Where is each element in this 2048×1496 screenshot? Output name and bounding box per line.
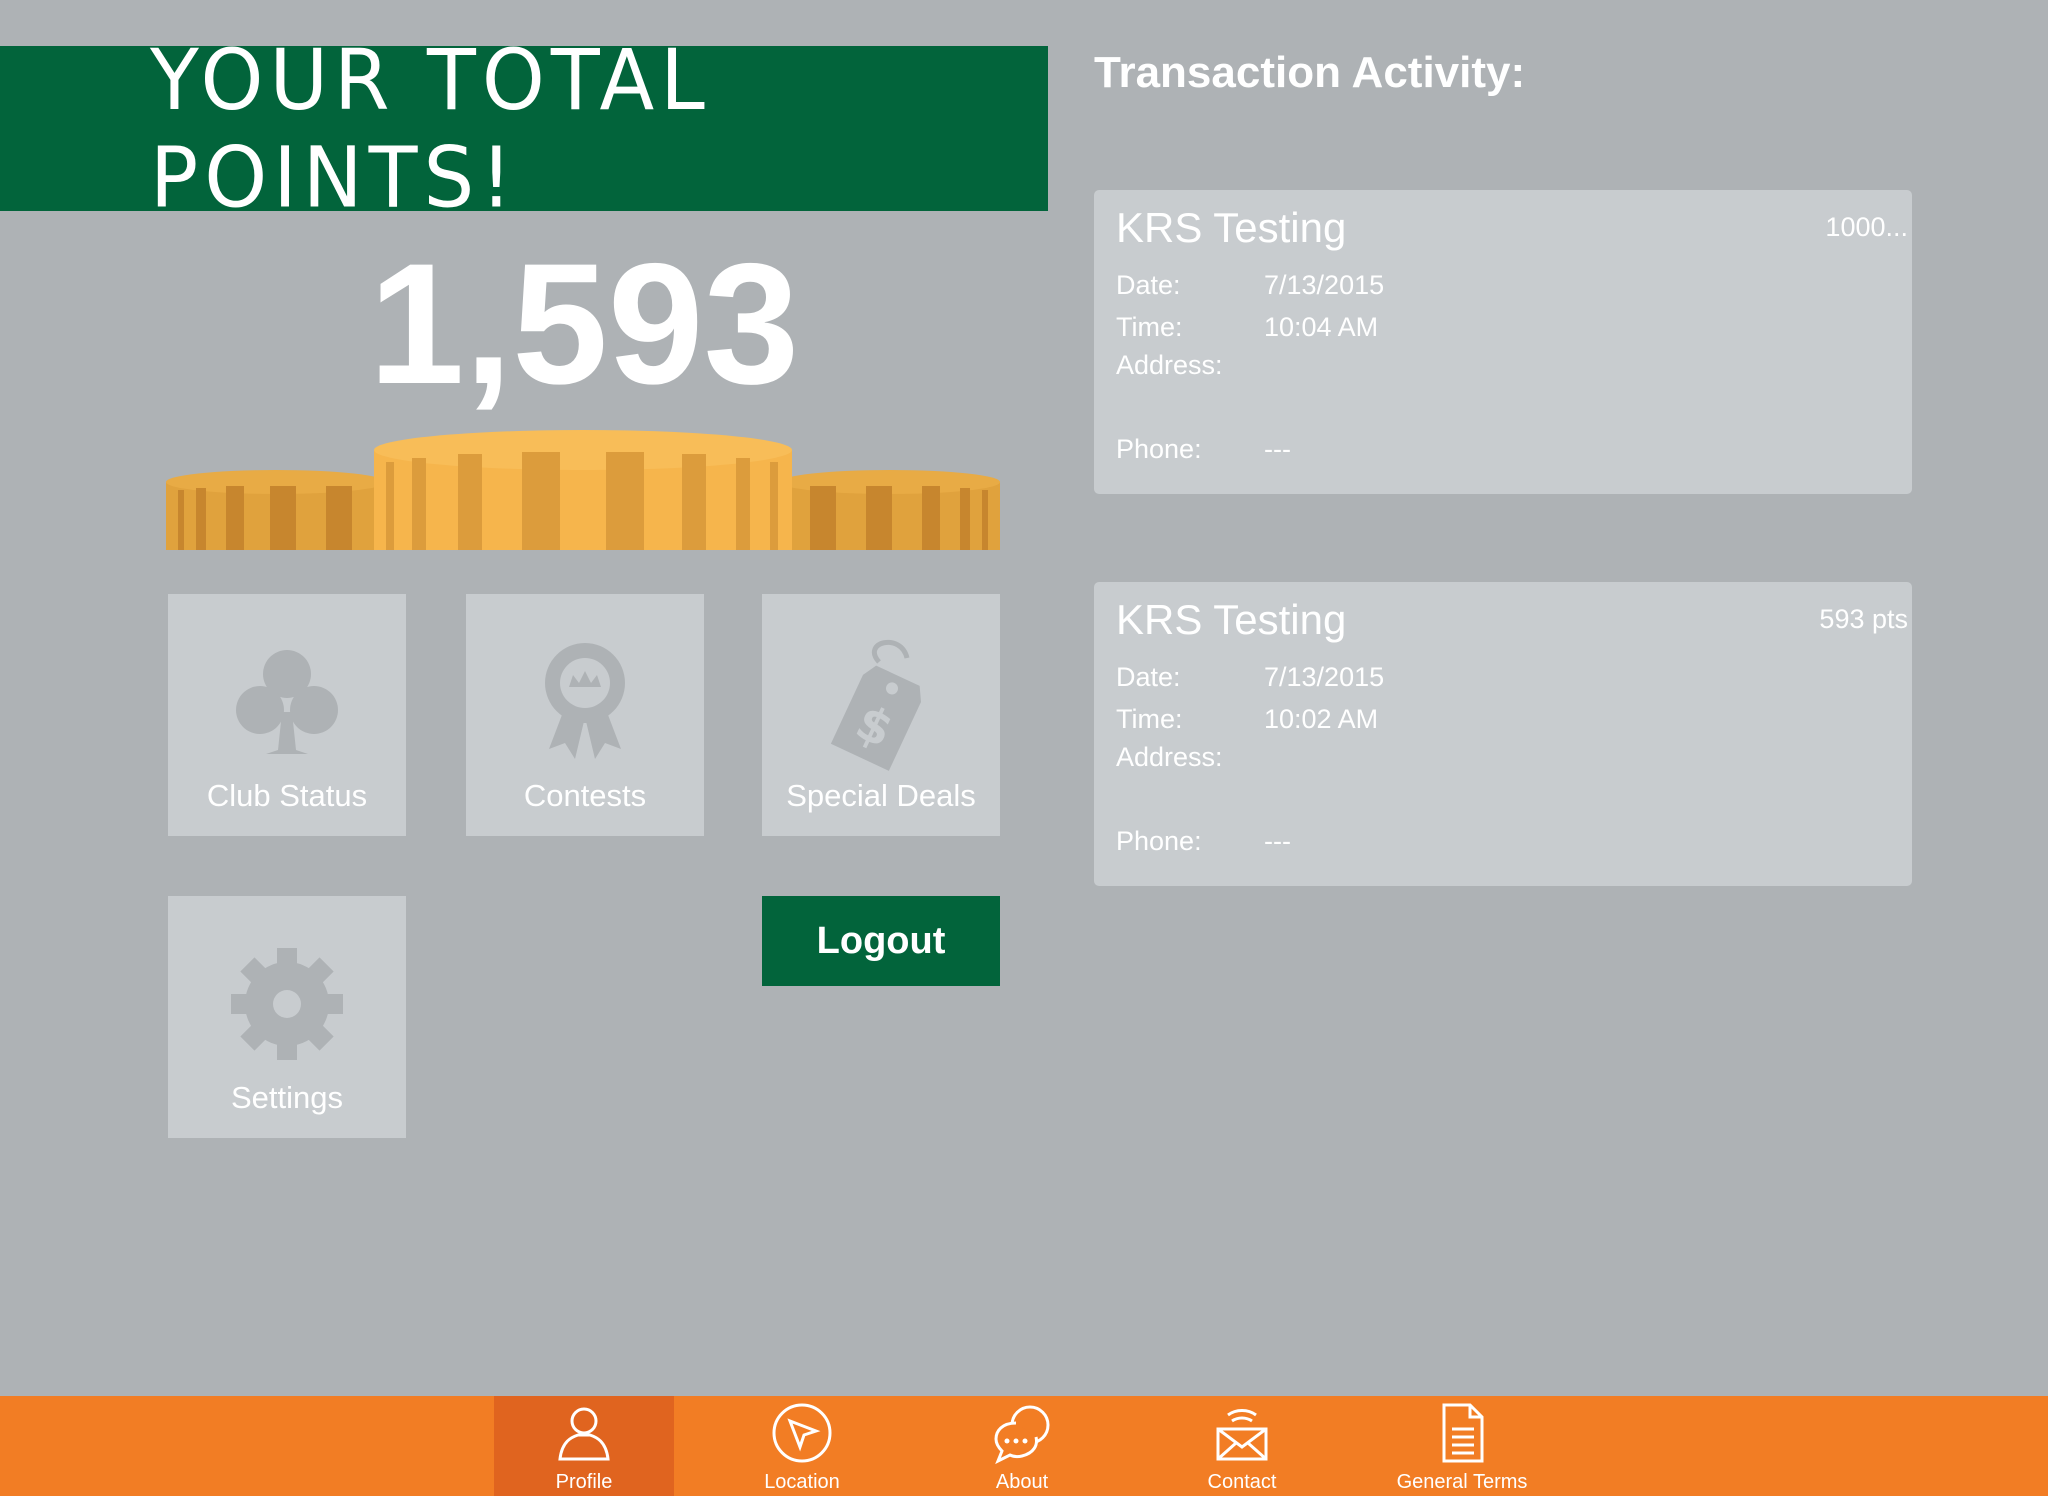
date-label: Date: [1116, 270, 1181, 300]
mail-icon [1216, 1409, 1268, 1461]
tab-profile-label: Profile [555, 1471, 613, 1493]
club-status-tile[interactable]: Club Status [168, 594, 406, 836]
transaction-card[interactable]: KRS Testing 1000... Date: 7/13/2015 Time… [1094, 190, 1912, 494]
transaction-merchant: KRS Testing [1116, 596, 1347, 643]
document-icon [1442, 1403, 1484, 1463]
date-label: Date: [1116, 662, 1181, 692]
contests-label: Contests [523, 778, 647, 813]
transaction-address-row: Address: [1116, 350, 1264, 381]
total-points-banner: YOUR TOTAL POINTS! [0, 31, 1048, 226]
tab-contact[interactable]: Contact [1152, 1396, 1332, 1496]
transaction-activity-title: Transaction Activity: [1094, 48, 1526, 97]
banner-title: YOUR TOTAL POINTS! [150, 30, 711, 227]
price-tag-icon: $ [811, 632, 951, 772]
transaction-merchant: KRS Testing [1116, 204, 1347, 251]
transaction-date-row: Date: 7/13/2015 [1116, 662, 1384, 693]
ribbon-award-icon [515, 632, 655, 772]
compass-icon [772, 1403, 832, 1463]
transaction-date-row: Date: 7/13/2015 [1116, 270, 1384, 301]
points-total: 1,593 [368, 228, 800, 420]
date-value: 7/13/2015 [1264, 270, 1385, 300]
tab-location[interactable]: Location [712, 1396, 892, 1496]
tab-about-label: About [995, 1471, 1049, 1493]
transaction-time-row: Time: 10:04 AM [1116, 312, 1378, 343]
tab-contact-label: Contact [1207, 1471, 1277, 1493]
person-icon [558, 1407, 610, 1461]
phone-label: Phone: [1116, 826, 1202, 856]
bottom-tab-bar: Profile Location About Contact General T… [0, 1396, 2048, 1496]
phone-value: --- [1264, 826, 1291, 856]
logout-button[interactable]: Logout [762, 896, 1000, 986]
phone-label: Phone: [1116, 434, 1202, 464]
tab-about[interactable]: About [932, 1396, 1112, 1496]
club-icon [217, 632, 357, 772]
transaction-amount: 593 pts [1819, 604, 1908, 634]
settings-label: Settings [230, 1080, 343, 1115]
address-label: Address: [1116, 350, 1223, 380]
gear-icon [217, 934, 357, 1074]
transaction-phone-row: Phone: --- [1116, 434, 1291, 465]
tab-general-terms-label: General Terms [1396, 1471, 1528, 1493]
transaction-card[interactable]: KRS Testing 593 pts Date: 7/13/2015 Time… [1094, 582, 1912, 886]
time-value: 10:02 AM [1264, 704, 1379, 734]
transaction-time-row: Time: 10:02 AM [1116, 704, 1378, 735]
special-deals-label: Special Deals [786, 778, 976, 813]
address-label: Address: [1116, 742, 1223, 772]
transaction-amount: 1000... [1825, 212, 1908, 242]
coin-stack-illustration [166, 430, 1000, 550]
transaction-address-row: Address: [1116, 742, 1264, 773]
settings-tile[interactable]: Settings [168, 896, 406, 1138]
time-label: Time: [1116, 312, 1183, 342]
tab-location-label: Location [764, 1471, 840, 1493]
tab-general-terms[interactable]: General Terms [1372, 1396, 1552, 1496]
time-value: 10:04 AM [1264, 312, 1379, 342]
time-label: Time: [1116, 704, 1183, 734]
phone-value: --- [1264, 434, 1291, 464]
contests-tile[interactable]: Contests [466, 594, 704, 836]
special-deals-tile[interactable]: $ Special Deals [762, 594, 1000, 836]
tab-profile[interactable]: Profile [494, 1396, 674, 1496]
club-status-label: Club Status [206, 778, 368, 813]
date-value: 7/13/2015 [1264, 662, 1385, 692]
chat-bubbles-icon [994, 1405, 1050, 1465]
transaction-phone-row: Phone: --- [1116, 826, 1291, 857]
